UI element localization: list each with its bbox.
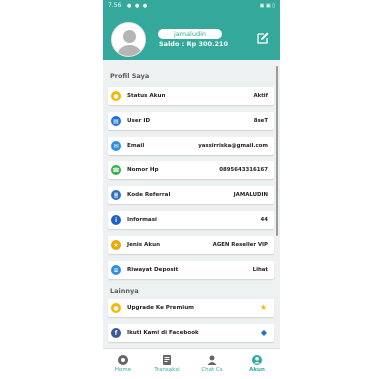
facebook-follow-row[interactable]: f Ikuti Kami di Facebook ◆ (108, 324, 274, 342)
edit-icon[interactable] (256, 31, 270, 45)
row-value: AGEN Reseller VIP (212, 242, 268, 248)
referral-icon: ≣ (111, 190, 121, 200)
upgrade-premium-row[interactable]: ● Upgrade Ke Premium ★ (108, 299, 274, 317)
scrollbar[interactable] (276, 66, 278, 236)
row-value[interactable]: Lihat (253, 261, 268, 279)
profil-row-kode-referral[interactable]: ≣ Kode Referral JAMALUDIN (108, 186, 274, 204)
avatar-body-shape (117, 45, 142, 56)
row-label: User ID (127, 118, 151, 124)
row-label: Kode Referral (127, 192, 171, 198)
nav-item-akun[interactable]: Akun (237, 352, 277, 378)
profil-row-jenis-akun[interactable]: ★ Jenis Akun AGEN Reseller VIP (108, 236, 274, 254)
upgrade-icon: ● (111, 303, 121, 313)
facebook-icon: f (111, 328, 121, 338)
avatar[interactable] (111, 22, 146, 57)
chat-icon (207, 355, 217, 365)
account-type-icon: ★ (111, 240, 121, 250)
account-icon (252, 355, 262, 365)
row-label: Nomor Hp (127, 167, 159, 173)
nav-item-chat[interactable]: Chat Cs (192, 352, 232, 378)
row-label: Upgrade Ke Premium (127, 305, 195, 311)
section-title-lainnya: Lainnya (110, 287, 139, 295)
nav-label-akun: Akun (249, 367, 265, 373)
row-label: Jenis Akun (127, 242, 161, 248)
profil-row-status-akun[interactable]: ● Status Akun Aktif (108, 87, 274, 105)
info-icon: i (111, 215, 121, 225)
id-card-icon: ▤ (111, 116, 121, 126)
nav-item-transaksi[interactable]: Transaksi (147, 352, 187, 378)
saldo-label: Saldo : Rp 300.210 (159, 40, 229, 48)
status-time: 7.56 (108, 2, 122, 9)
section-title-profil: Profil Saya (110, 72, 150, 80)
profil-row-informasi[interactable]: i Informasi 44 (108, 211, 274, 229)
profil-row-nomor-hp[interactable]: ☎ Nomor Hp 0895643316167 (108, 161, 274, 179)
nav-label-home: Home (114, 367, 132, 373)
profil-row-user-id[interactable]: ▤ User ID 8seT (108, 112, 274, 130)
phone-icon: ☎ (111, 165, 121, 175)
row-value: 8seT (253, 118, 268, 124)
profil-row-email[interactable]: ✉ Email yassirriska@gmail.com (108, 137, 274, 155)
transaction-icon (163, 355, 171, 365)
diamond-icon: ◆ (260, 328, 267, 337)
status-signal-icons: ● ● ● (127, 3, 149, 9)
row-value: Aktif (253, 93, 268, 99)
row-value: 44 (260, 217, 268, 223)
home-icon (118, 355, 128, 365)
nav-label-transaksi: Transaksi (154, 367, 180, 373)
email-icon: ✉ (111, 141, 121, 151)
status-bar: 7.56 ● ● ● ▣ ▣ ▯ (103, 0, 280, 12)
bottom-nav: Home Transaksi Chat Cs Akun (103, 348, 280, 379)
profile-header: 7.56 ● ● ● ▣ ▣ ▯ jamaludin Saldo : Rp 30… (103, 0, 280, 60)
nav-item-home[interactable]: Home (103, 352, 143, 378)
status-battery-icons: ▣ ▣ ▯ (259, 3, 275, 9)
row-value: yassirriska@gmail.com (198, 143, 268, 149)
status-icon: ● (111, 91, 121, 101)
avatar-head-shape (123, 30, 136, 43)
username-badge: jamaludin (158, 29, 222, 39)
row-label: Ikuti Kami di Facebook (127, 330, 199, 336)
phone-screen: 7.56 ● ● ● ▣ ▣ ▯ jamaludin Saldo : Rp 30… (103, 0, 280, 379)
saldo-text: Saldo : Rp 300.210 (159, 40, 228, 48)
row-label: Email (127, 143, 145, 149)
deposit-history-icon: ≡ (111, 265, 121, 275)
profil-row-riwayat-deposit[interactable]: ≡ Riwayat Deposit Lihat (108, 261, 274, 279)
row-label: Riwayat Deposit (127, 267, 179, 273)
row-value: JAMALUDIN (233, 192, 268, 198)
star-icon: ★ (259, 303, 267, 312)
row-label: Status Akun (127, 93, 166, 99)
row-value: 0895643316167 (219, 167, 268, 173)
nav-label-chat: Chat Cs (201, 367, 223, 373)
row-label: Informasi (127, 217, 157, 223)
